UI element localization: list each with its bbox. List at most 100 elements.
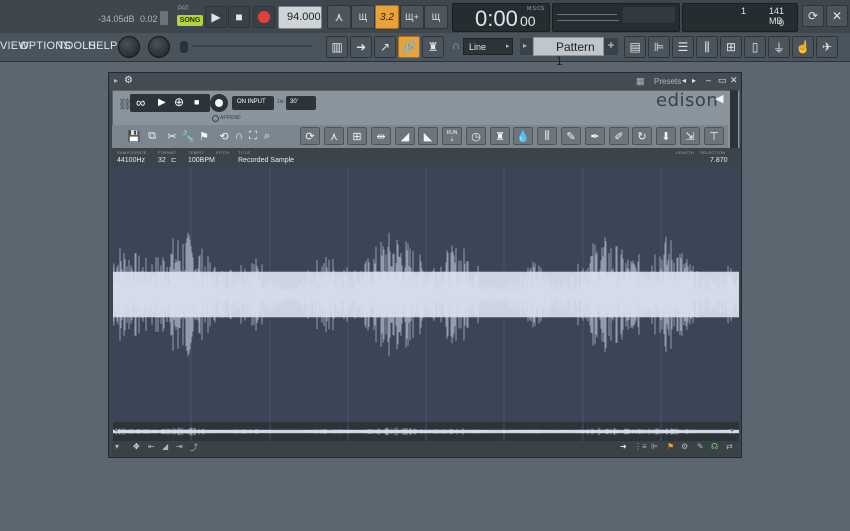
countdown-button[interactable]: 3.2	[375, 5, 399, 29]
export-icon[interactable]: ⊤	[704, 127, 724, 145]
align-right-icon[interactable]: ⇥	[176, 442, 183, 451]
tempo-value[interactable]: 100BPM	[188, 157, 215, 164]
typing-keyboard-button[interactable]: ▥	[326, 36, 348, 58]
snap-selector[interactable]: Line ▸	[463, 38, 513, 55]
master-volume-knob[interactable]	[118, 36, 140, 58]
gear-small-icon[interactable]: ⚙	[681, 442, 688, 451]
browser-button[interactable]: ⊞	[720, 36, 742, 58]
settings-gear-icon[interactable]: ⚙	[124, 75, 133, 86]
draw-icon[interactable]: ✐	[609, 127, 629, 145]
link-button[interactable]: 🔗	[398, 36, 420, 58]
song-mode-toggle[interactable]: SONG	[177, 15, 203, 26]
record-button[interactable]	[253, 6, 275, 28]
swap-icon[interactable]: ⇄	[726, 442, 733, 451]
save-icon[interactable]: 💾	[124, 127, 144, 145]
pitch-slider-track[interactable]	[192, 45, 312, 47]
marker-icon[interactable]: ⚑	[194, 127, 214, 145]
master-pitch-knob[interactable]	[148, 36, 170, 58]
stop-button[interactable]: ■	[228, 6, 250, 28]
align-left-icon[interactable]: ⇤	[148, 442, 155, 451]
step-icon[interactable]: ⊫	[651, 442, 658, 451]
append-radio[interactable]	[212, 115, 219, 122]
render-button[interactable]: ✈	[816, 36, 838, 58]
mixer-button[interactable]: ⫼	[696, 36, 718, 58]
slide-button[interactable]: ↗	[374, 36, 396, 58]
blend-notes-button[interactable]: Щ+	[400, 5, 424, 29]
pat-label[interactable]: PAT	[178, 6, 189, 12]
presets-label[interactable]: Presets	[654, 77, 681, 86]
crosshair-icon[interactable]: ⊕	[174, 95, 184, 109]
close-icon[interactable]: ✕	[730, 75, 738, 86]
pattern-selector[interactable]: Pattern 1	[533, 37, 604, 68]
pen-icon[interactable]: ✒	[585, 127, 605, 145]
bell-button[interactable]: ♜	[422, 36, 444, 58]
edison-stop-icon[interactable]: ■	[194, 97, 199, 107]
normalize-icon[interactable]: ⇹	[371, 127, 391, 145]
undo-edit-icon[interactable]: ⟳	[300, 127, 320, 145]
sample-title[interactable]: Recorded Sample	[238, 157, 294, 164]
wait-input-button[interactable]: Щ	[351, 5, 375, 29]
headphones-icon[interactable]: ☊	[711, 442, 718, 451]
preset-next-icon[interactable]: ▸	[692, 76, 696, 85]
metronome-button[interactable]: ⋏	[327, 5, 351, 29]
master-volume-slider[interactable]	[160, 11, 168, 25]
pencil-icon[interactable]: ✎	[697, 442, 704, 451]
scroll-right-icon[interactable]: ▸	[731, 426, 735, 434]
curve-icon[interactable]: ⤴	[190, 442, 198, 453]
zoom-icon[interactable]: ⌕	[257, 127, 277, 145]
piano-roll-button[interactable]: ⊫	[648, 36, 670, 58]
format-stereo-icon[interactable]: ⊏	[171, 156, 177, 164]
menu-help[interactable]: HELP	[88, 40, 118, 52]
trim-icon[interactable]: ⊞	[347, 127, 367, 145]
trigger-time-selector[interactable]: 30'	[286, 96, 316, 110]
loop-record-button[interactable]: Щ	[424, 5, 448, 29]
save-sample-icon[interactable]: ⬇	[656, 127, 676, 145]
speaker-icon[interactable]: ◀	[715, 92, 723, 105]
clock-icon[interactable]: ◷	[466, 127, 486, 145]
edison-play-icon[interactable]: ▶	[158, 97, 166, 108]
time-display[interactable]: 0:00 00 M:S:CS	[452, 3, 550, 32]
tempo-display[interactable]: 94.000	[278, 6, 322, 29]
minimize-icon[interactable]: –	[706, 75, 711, 85]
magnet-icon[interactable]: ∩	[452, 40, 460, 52]
spectrum-icon[interactable]: ⫼	[537, 127, 557, 145]
trigger-mode-selector[interactable]: ON INPUT	[232, 96, 274, 110]
playlist-button[interactable]: ▤	[624, 36, 646, 58]
fade-in-icon[interactable]: ◢	[395, 127, 415, 145]
pitch-icon[interactable]: ⋏	[324, 127, 344, 145]
undo-button[interactable]: ⟳	[802, 5, 824, 27]
drag-icon[interactable]: ⇲	[680, 127, 700, 145]
window-menu-arrow-icon[interactable]: ▸	[114, 76, 118, 85]
brush-icon[interactable]: ✎	[561, 127, 581, 145]
run-button[interactable]: RUN ⇣	[442, 127, 462, 145]
loop-icon[interactable]: ∞	[136, 95, 145, 110]
maximize-icon[interactable]: ▭	[718, 75, 727, 86]
close-app-button[interactable]: ✕	[826, 5, 848, 27]
bell-edit-icon[interactable]: ♜	[490, 127, 510, 145]
bottom-menu-arrow-icon[interactable]: ▾	[115, 442, 119, 451]
list-icon[interactable]: ⋮≡	[634, 442, 647, 451]
preset-prev-icon[interactable]: ◂	[682, 76, 686, 85]
plugin-picker-button[interactable]: ⏚	[768, 36, 790, 58]
edison-record-button[interactable]	[210, 94, 228, 112]
tempo-tapper-button[interactable]: ☝	[792, 36, 814, 58]
channel-rack-button[interactable]: ☰	[672, 36, 694, 58]
scroll-left-icon[interactable]: ◂	[114, 426, 118, 434]
play-button[interactable]: ▶	[205, 6, 227, 28]
ramp-icon[interactable]: ◢	[162, 442, 168, 451]
pattern-prev-button[interactable]: ▸	[520, 38, 532, 55]
move-icon[interactable]: ✥	[133, 442, 140, 451]
copy-icon[interactable]: ⧉	[142, 127, 162, 145]
send-arrow-icon[interactable]: ➜	[620, 442, 627, 451]
add-pattern-button[interactable]: +	[604, 38, 618, 55]
pitch-slider-handle[interactable]	[180, 41, 188, 53]
refresh-icon[interactable]: ↻	[632, 127, 652, 145]
step-edit-button[interactable]: ➜	[350, 36, 372, 58]
marker-flag-icon[interactable]: ⚑	[667, 442, 674, 451]
waveform-overview[interactable]	[112, 422, 739, 441]
drop-icon[interactable]: 💧	[513, 127, 533, 145]
project-info-button[interactable]: ▯	[744, 36, 766, 58]
fade-out-icon[interactable]: ◣	[418, 127, 438, 145]
waveform-view[interactable]	[113, 168, 739, 421]
edison-titlebar[interactable]	[109, 73, 741, 90]
